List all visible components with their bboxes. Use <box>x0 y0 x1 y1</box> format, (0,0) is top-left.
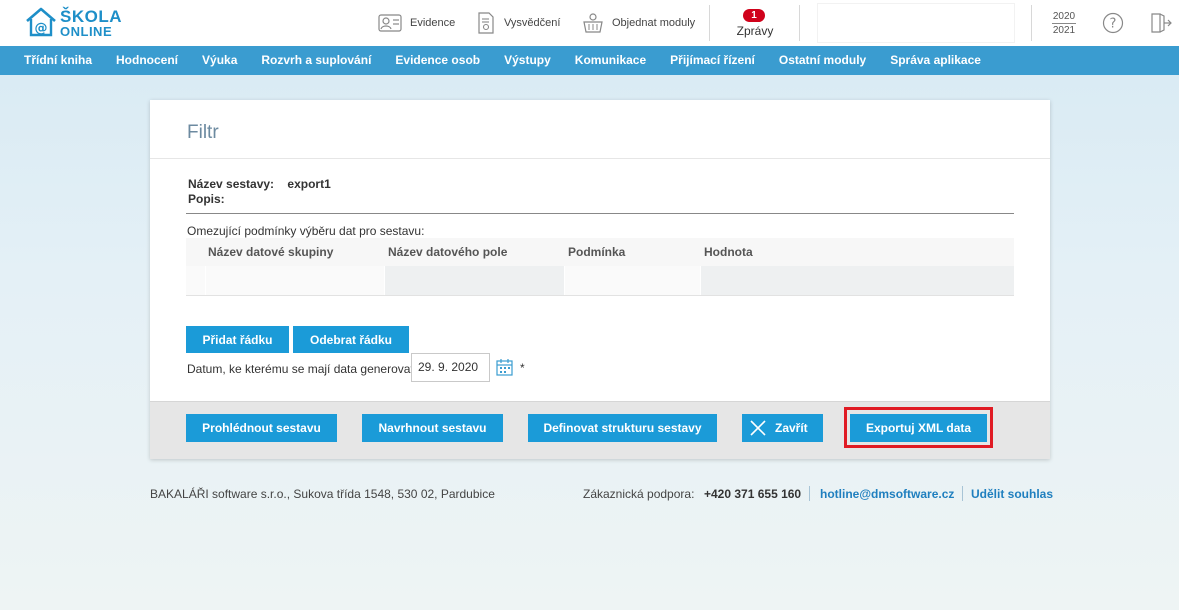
column-header: Hodnota <box>704 245 753 259</box>
skola-online-logo[interactable]: @ ŠKOLA ONLINE <box>24 6 122 42</box>
date-label: Datum, ke kterému se mají data generovat… <box>187 362 418 376</box>
evidence-label: Evidence <box>410 17 456 29</box>
value-cell[interactable] <box>701 266 1014 295</box>
logo-line-2: ONLINE <box>60 24 113 39</box>
footer-divider <box>809 486 810 501</box>
report-name-value: export1 <box>287 177 331 191</box>
column-header: Název datového pole <box>388 245 508 259</box>
logo-line-1: ŠKOLA <box>60 7 122 26</box>
consent-wrap: Udělit souhlas <box>971 487 1053 501</box>
order-modules-label: Objednat moduly <box>612 17 696 29</box>
nav-vystupy[interactable]: Výstupy <box>492 46 563 75</box>
column-header: Podmínka <box>568 245 626 259</box>
table-header: Název datové skupiny Název datového pole… <box>186 238 1014 266</box>
data-field-cell[interactable] <box>385 266 564 295</box>
certificate-tool[interactable]: Vysvědčení <box>476 12 560 34</box>
divider <box>186 213 1014 214</box>
required-mark: * <box>520 361 525 375</box>
data-group-cell[interactable] <box>206 266 384 295</box>
support-email-link[interactable]: hotline@dmsoftware.cz <box>820 487 954 501</box>
report-name-row: Název sestavy: export1 <box>188 177 331 191</box>
svg-text:@: @ <box>35 21 48 36</box>
top-header: @ ŠKOLA ONLINE Evidence Vysvědčení Objed… <box>0 0 1179 46</box>
support-phone: +420 371 655 160 <box>704 487 801 501</box>
person-card-icon <box>378 14 402 32</box>
year-to: 2021 <box>1052 25 1076 36</box>
nav-tridni-kniha[interactable]: Třídní kniha <box>12 46 104 75</box>
main-navigation: Třídní kniha Hodnocení Výuka Rozvrh a su… <box>0 46 1179 75</box>
phone-number: +420 371 655 160 <box>704 487 802 501</box>
user-info-box[interactable] <box>817 3 1015 43</box>
column-header: Název datové skupiny <box>208 245 334 259</box>
messages-badge: 1 <box>743 9 765 22</box>
header-divider <box>1031 5 1032 41</box>
close-label: Zavřít <box>775 421 808 435</box>
date-input[interactable]: 29. 9. 2020 <box>411 353 490 382</box>
condition-cell[interactable] <box>565 266 700 295</box>
nav-rozvrh[interactable]: Rozvrh a suplování <box>249 46 383 75</box>
nav-komunikace[interactable]: Komunikace <box>563 46 658 75</box>
row-selector[interactable] <box>186 266 205 295</box>
certificate-icon <box>478 12 494 34</box>
nav-sprava-aplikace[interactable]: Správa aplikace <box>878 46 993 75</box>
table-row <box>186 266 1014 296</box>
filter-title: Filtr <box>187 122 219 143</box>
conditions-label: Omezující podmínky výběru dat pro sestav… <box>187 224 425 238</box>
nav-evidence-osob[interactable]: Evidence osob <box>383 46 492 75</box>
report-name-label: Název sestavy: <box>188 177 275 191</box>
support-email-wrap: hotline@dmsoftware.cz <box>820 487 954 501</box>
basket-icon <box>583 13 603 33</box>
nav-hodnoceni[interactable]: Hodnocení <box>104 46 190 75</box>
define-structure-button[interactable]: Definovat strukturu sestavy <box>528 414 717 442</box>
year-from: 2020 <box>1052 11 1076 22</box>
description-label: Popis: <box>188 192 225 206</box>
messages-button[interactable]: 1 Zprávy <box>720 7 790 41</box>
conditions-table: Název datové skupiny Název datového pole… <box>186 238 1014 296</box>
order-modules-tool[interactable]: Objednat moduly <box>582 12 695 34</box>
consent-link[interactable]: Udělit souhlas <box>971 487 1053 501</box>
house-at-icon: @ <box>26 7 56 37</box>
description-row: Popis: <box>188 192 225 206</box>
logout-icon[interactable] <box>1150 12 1172 37</box>
help-icon[interactable]: ? <box>1102 12 1124 37</box>
school-year-switch[interactable]: 2020 2021 <box>1046 10 1082 38</box>
filter-panel-header: Filtr <box>150 100 1050 159</box>
support-label: Zákaznická podpora: <box>583 487 695 501</box>
nav-ostatni-moduly[interactable]: Ostatní moduly <box>767 46 878 75</box>
header-divider <box>799 5 800 41</box>
svg-text:?: ? <box>1110 17 1117 32</box>
export-xml-button[interactable]: Exportuj XML data <box>850 414 987 442</box>
filter-panel: Filtr Název sestavy: export1 Popis: Omez… <box>150 100 1050 459</box>
close-icon <box>750 420 766 436</box>
nav-prijimaci-rizeni[interactable]: Přijímací řízení <box>658 46 767 75</box>
company-info: BAKALÁŘI software s.r.o., Sukova třída 1… <box>150 487 495 501</box>
calendar-icon[interactable] <box>496 358 513 379</box>
footer-divider <box>962 486 963 501</box>
messages-label: Zprávy <box>736 24 774 38</box>
evidence-tool[interactable]: Evidence <box>378 12 455 34</box>
design-report-button[interactable]: Navrhnout sestavu <box>362 414 503 442</box>
close-button[interactable]: Zavřít <box>742 414 823 442</box>
certificate-label: Vysvědčení <box>504 17 561 29</box>
remove-row-button[interactable]: Odebrat řádku <box>293 326 409 353</box>
nav-vyuka[interactable]: Výuka <box>190 46 249 75</box>
action-bar: Prohlédnout sestavu Navrhnout sestavu De… <box>150 401 1050 459</box>
view-report-button[interactable]: Prohlédnout sestavu <box>186 414 337 442</box>
header-divider <box>709 5 710 41</box>
add-row-button[interactable]: Přidat řádku <box>186 326 289 353</box>
